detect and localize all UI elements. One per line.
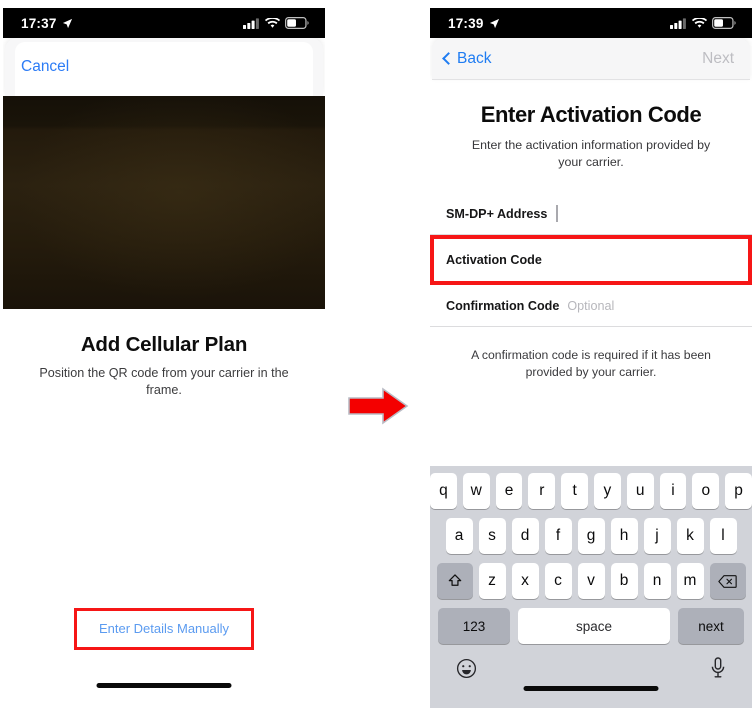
shift-key-icon[interactable] bbox=[436, 563, 473, 599]
status-bar-indicators bbox=[670, 17, 736, 29]
highlight-box-enter-details: Enter Details Manually bbox=[73, 608, 255, 650]
modal-sheet-header: Cancel bbox=[5, 38, 323, 100]
key-t[interactable]: t bbox=[561, 473, 588, 509]
key-z[interactable]: z bbox=[478, 563, 506, 599]
emoji-key-icon[interactable] bbox=[456, 658, 477, 684]
return-key[interactable]: next bbox=[678, 608, 744, 644]
home-indicator bbox=[96, 683, 232, 688]
keyboard-row-2: asdfghjkl bbox=[430, 518, 752, 554]
key-g[interactable]: g bbox=[577, 518, 605, 554]
key-m[interactable]: m bbox=[676, 563, 704, 599]
field-activation-code[interactable]: Activation Code bbox=[430, 235, 752, 286]
key-l[interactable]: l bbox=[709, 518, 737, 554]
key-n[interactable]: n bbox=[643, 563, 671, 599]
field-placeholder: Optional bbox=[567, 298, 615, 313]
location-arrow-icon bbox=[489, 18, 499, 28]
status-bar-time: 17:37 bbox=[21, 15, 57, 31]
home-indicator bbox=[523, 686, 659, 691]
key-s[interactable]: s bbox=[478, 518, 506, 554]
chevron-left-icon bbox=[442, 52, 455, 65]
key-b[interactable]: b bbox=[610, 563, 638, 599]
manual-entry-highlight-wrap: Enter Details Manually bbox=[3, 608, 325, 650]
cancel-button[interactable]: Cancel bbox=[21, 58, 69, 76]
navigation-bar: Back Next bbox=[432, 38, 750, 80]
key-w[interactable]: w bbox=[462, 473, 490, 509]
key-p[interactable]: p bbox=[725, 473, 752, 509]
highlight-edge-left bbox=[430, 235, 434, 286]
numbers-key[interactable]: 123 bbox=[438, 608, 510, 644]
key-j[interactable]: j bbox=[643, 518, 671, 554]
phone-screen-add-cellular-plan: 17:37 Cancel Add Cellular Plan Position … bbox=[3, 8, 325, 708]
key-i[interactable]: i bbox=[659, 473, 687, 509]
next-button[interactable]: Next bbox=[702, 50, 734, 68]
key-x[interactable]: x bbox=[511, 563, 539, 599]
key-a[interactable]: a bbox=[445, 518, 473, 554]
keyboard-row-1: qwertyuiop bbox=[430, 473, 752, 509]
microphone-key-icon[interactable] bbox=[710, 657, 726, 684]
status-bar: 17:37 bbox=[3, 8, 325, 47]
wifi-icon bbox=[692, 17, 707, 28]
key-v[interactable]: v bbox=[577, 563, 605, 599]
battery-icon bbox=[285, 17, 309, 29]
battery-icon bbox=[712, 17, 736, 29]
field-label: Activation Code bbox=[446, 253, 542, 268]
cellular-signal-icon bbox=[670, 17, 686, 29]
key-r[interactable]: r bbox=[528, 473, 556, 509]
phone-screen-enter-activation-code: 17:39 Back Next Enter Activation Code En… bbox=[430, 8, 752, 708]
activation-form: SM-DP+ Address Activation Code Confirmat… bbox=[430, 193, 752, 328]
key-d[interactable]: d bbox=[511, 518, 539, 554]
enter-details-manually-button[interactable]: Enter Details Manually bbox=[99, 621, 229, 636]
field-label: SM-DP+ Address bbox=[446, 206, 548, 221]
flow-arrow-icon bbox=[348, 387, 409, 425]
keyboard-bottom-bar bbox=[430, 653, 752, 684]
status-bar: 17:39 bbox=[430, 8, 752, 47]
cellular-signal-icon bbox=[243, 17, 259, 29]
key-e[interactable]: e bbox=[495, 473, 523, 509]
location-arrow-icon bbox=[62, 18, 72, 28]
form-helper-note: A confirmation code is required if it ha… bbox=[471, 348, 711, 380]
status-bar-time-group: 17:37 bbox=[21, 16, 73, 31]
back-button-label: Back bbox=[457, 49, 492, 67]
field-sm-dp-address[interactable]: SM-DP+ Address bbox=[430, 193, 752, 236]
keyboard-letter-keys: zxcvbnm bbox=[478, 563, 704, 599]
qr-camera-viewfinder[interactable] bbox=[3, 96, 325, 309]
text-cursor bbox=[556, 205, 558, 223]
space-key[interactable]: space bbox=[518, 608, 670, 644]
key-y[interactable]: y bbox=[594, 473, 621, 509]
key-f[interactable]: f bbox=[544, 518, 572, 554]
wifi-icon bbox=[265, 17, 280, 28]
status-bar-time-group: 17:39 bbox=[448, 16, 500, 31]
field-label: Confirmation Code bbox=[446, 298, 560, 313]
flow-arrow bbox=[347, 386, 409, 431]
screenshot-canvas: 17:37 Cancel Add Cellular Plan Position … bbox=[0, 0, 756, 716]
back-button[interactable]: Back bbox=[442, 49, 492, 68]
field-confirmation-code[interactable]: Confirmation Code Optional bbox=[430, 285, 752, 328]
key-k[interactable]: k bbox=[676, 518, 704, 554]
highlight-edge-right bbox=[748, 235, 752, 286]
page-title: Enter Activation Code bbox=[480, 102, 702, 127]
key-o[interactable]: o bbox=[692, 473, 720, 509]
key-h[interactable]: h bbox=[610, 518, 638, 554]
backspace-key-icon[interactable] bbox=[709, 563, 746, 599]
page-subtitle: Enter the activation information provide… bbox=[471, 138, 711, 170]
page-subtitle: Position the QR code from your carrier i… bbox=[39, 366, 289, 397]
key-q[interactable]: q bbox=[430, 473, 457, 509]
keyboard-row-3: zxcvbnm bbox=[430, 563, 752, 599]
key-c[interactable]: c bbox=[544, 563, 572, 599]
status-bar-indicators bbox=[243, 17, 309, 29]
page-title: Add Cellular Plan bbox=[80, 333, 248, 356]
status-bar-time: 17:39 bbox=[448, 15, 484, 31]
onscreen-keyboard: qwertyuiop asdfghjkl zxcvbnm 123 space n… bbox=[430, 466, 752, 708]
key-u[interactable]: u bbox=[626, 473, 654, 509]
keyboard-row-4: 123 space next bbox=[430, 608, 752, 644]
